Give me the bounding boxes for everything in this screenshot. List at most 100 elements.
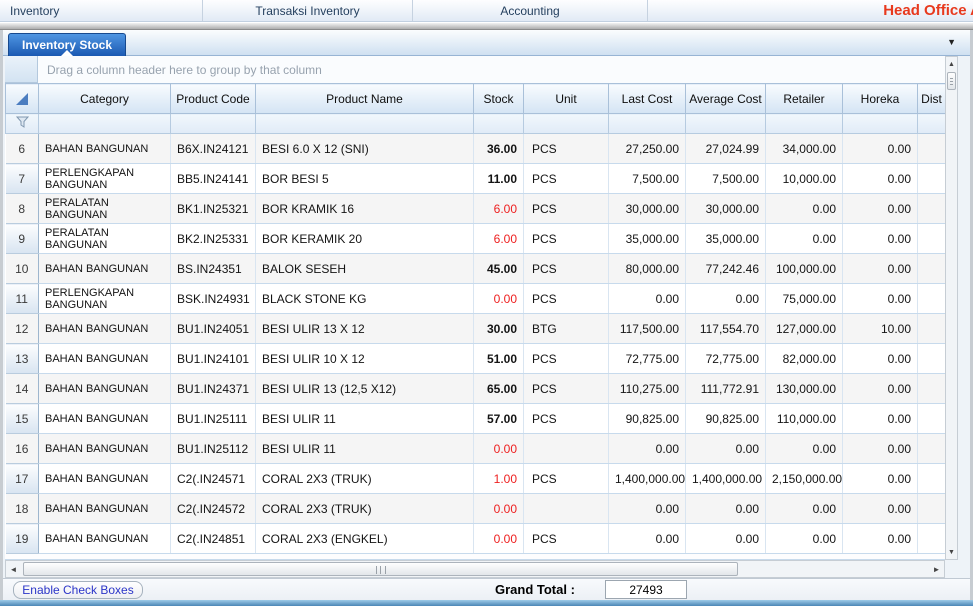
- category-cell[interactable]: PERLENGKAPAN BANGUNAN: [39, 164, 171, 194]
- menu-item-transaksi-inventory[interactable]: Transaksi Inventory: [203, 0, 413, 21]
- retailer-cell[interactable]: 127,000.00: [766, 314, 843, 344]
- product-code-cell[interactable]: BU1.IN24101: [171, 344, 256, 374]
- grand-total-input[interactable]: [605, 580, 687, 599]
- stock-cell[interactable]: 65.00: [474, 374, 524, 404]
- menu-item-accounting[interactable]: Accounting: [413, 0, 648, 21]
- horeka-cell[interactable]: 0.00: [843, 464, 918, 494]
- row-number[interactable]: 13: [6, 344, 39, 374]
- dist-cell[interactable]: [918, 164, 946, 194]
- dist-cell[interactable]: [918, 434, 946, 464]
- last-cost-cell[interactable]: 27,250.00: [609, 134, 686, 164]
- vertical-scroll-track[interactable]: [946, 91, 957, 545]
- category-cell[interactable]: BAHAN BANGUNAN: [39, 494, 171, 524]
- unit-cell[interactable]: PCS: [524, 524, 609, 554]
- retailer-cell[interactable]: 130,000.00: [766, 374, 843, 404]
- average-cost-cell[interactable]: 1,400,000.00: [686, 464, 766, 494]
- product-name-cell[interactable]: BESI ULIR 11: [256, 404, 474, 434]
- table-row[interactable]: 7PERLENGKAPAN BANGUNANBB5.IN24141BOR BES…: [6, 164, 946, 194]
- column-header-average-cost[interactable]: Average Cost: [686, 84, 766, 114]
- row-number[interactable]: 8: [6, 194, 39, 224]
- column-header-horeka[interactable]: Horeka: [843, 84, 918, 114]
- row-number[interactable]: 11: [6, 284, 39, 314]
- product-code-cell[interactable]: C2(.IN24851: [171, 524, 256, 554]
- unit-cell[interactable]: PCS: [524, 134, 609, 164]
- dist-cell[interactable]: [918, 494, 946, 524]
- retailer-cell[interactable]: 0.00: [766, 434, 843, 464]
- unit-cell[interactable]: PCS: [524, 464, 609, 494]
- product-code-cell[interactable]: BU1.IN24371: [171, 374, 256, 404]
- last-cost-cell[interactable]: 0.00: [609, 434, 686, 464]
- category-cell[interactable]: PERALATAN BANGUNAN: [39, 224, 171, 254]
- filter-cell[interactable]: [524, 114, 609, 134]
- enable-checkboxes-button[interactable]: Enable Check Boxes: [13, 581, 143, 599]
- scroll-down-icon[interactable]: ▼: [946, 545, 957, 559]
- average-cost-cell[interactable]: 7,500.00: [686, 164, 766, 194]
- column-header-retailer[interactable]: Retailer: [766, 84, 843, 114]
- filter-cell[interactable]: [609, 114, 686, 134]
- average-cost-cell[interactable]: 117,554.70: [686, 314, 766, 344]
- filter-cell[interactable]: [171, 114, 256, 134]
- product-name-cell[interactable]: BESI ULIR 13 X 12: [256, 314, 474, 344]
- horeka-cell[interactable]: 10.00: [843, 314, 918, 344]
- category-cell[interactable]: PERALATAN BANGUNAN: [39, 194, 171, 224]
- product-code-cell[interactable]: BSK.IN24931: [171, 284, 256, 314]
- scroll-right-icon[interactable]: ►: [929, 561, 944, 577]
- unit-cell[interactable]: PCS: [524, 164, 609, 194]
- product-code-cell[interactable]: BK2.IN25331: [171, 224, 256, 254]
- product-name-cell[interactable]: BALOK SESEH: [256, 254, 474, 284]
- horeka-cell[interactable]: 0.00: [843, 344, 918, 374]
- row-number[interactable]: 10: [6, 254, 39, 284]
- category-cell[interactable]: BAHAN BANGUNAN: [39, 134, 171, 164]
- table-row[interactable]: 18BAHAN BANGUNANC2(.IN24572CORAL 2X3 (TR…: [6, 494, 946, 524]
- filter-cell[interactable]: [474, 114, 524, 134]
- stock-cell[interactable]: 1.00: [474, 464, 524, 494]
- product-code-cell[interactable]: C2(.IN24571: [171, 464, 256, 494]
- table-row[interactable]: 14BAHAN BANGUNANBU1.IN24371BESI ULIR 13 …: [6, 374, 946, 404]
- row-number[interactable]: 18: [6, 494, 39, 524]
- column-header-category[interactable]: Category: [39, 84, 171, 114]
- row-number[interactable]: 7: [6, 164, 39, 194]
- unit-cell[interactable]: BTG: [524, 314, 609, 344]
- horeka-cell[interactable]: 0.00: [843, 164, 918, 194]
- last-cost-cell[interactable]: 30,000.00: [609, 194, 686, 224]
- unit-cell[interactable]: PCS: [524, 374, 609, 404]
- table-row[interactable]: 17BAHAN BANGUNANC2(.IN24571CORAL 2X3 (TR…: [6, 464, 946, 494]
- horeka-cell[interactable]: 0.00: [843, 374, 918, 404]
- scroll-up-icon[interactable]: ▲: [946, 57, 957, 71]
- product-name-cell[interactable]: BESI ULIR 10 X 12: [256, 344, 474, 374]
- product-name-cell[interactable]: BLACK STONE KG: [256, 284, 474, 314]
- filter-cell[interactable]: [256, 114, 474, 134]
- table-row[interactable]: 10BAHAN BANGUNANBS.IN24351BALOK SESEH45.…: [6, 254, 946, 284]
- column-header-last-cost[interactable]: Last Cost: [609, 84, 686, 114]
- filter-cell[interactable]: [766, 114, 843, 134]
- category-cell[interactable]: BAHAN BANGUNAN: [39, 524, 171, 554]
- category-cell[interactable]: BAHAN BANGUNAN: [39, 374, 171, 404]
- scroll-left-icon[interactable]: ◄: [6, 561, 21, 577]
- category-cell[interactable]: BAHAN BANGUNAN: [39, 314, 171, 344]
- table-row[interactable]: 19BAHAN BANGUNANC2(.IN24851CORAL 2X3 (EN…: [6, 524, 946, 554]
- row-number[interactable]: 16: [6, 434, 39, 464]
- dist-cell[interactable]: [918, 404, 946, 434]
- horeka-cell[interactable]: 0.00: [843, 434, 918, 464]
- last-cost-cell[interactable]: 35,000.00: [609, 224, 686, 254]
- last-cost-cell[interactable]: 110,275.00: [609, 374, 686, 404]
- horizontal-scrollbar[interactable]: ◄ ►: [5, 560, 945, 578]
- product-name-cell[interactable]: BESI ULIR 11: [256, 434, 474, 464]
- group-panel-droptarget[interactable]: Drag a column header here to group by th…: [38, 56, 945, 83]
- row-number[interactable]: 17: [6, 464, 39, 494]
- unit-cell[interactable]: PCS: [524, 284, 609, 314]
- dist-cell[interactable]: [918, 134, 946, 164]
- column-header-stock[interactable]: Stock: [474, 84, 524, 114]
- horeka-cell[interactable]: 0.00: [843, 284, 918, 314]
- retailer-cell[interactable]: 0.00: [766, 494, 843, 524]
- stock-cell[interactable]: 6.00: [474, 194, 524, 224]
- table-row[interactable]: 8PERALATAN BANGUNANBK1.IN25321BOR KRAMIK…: [6, 194, 946, 224]
- product-code-cell[interactable]: C2(.IN24572: [171, 494, 256, 524]
- average-cost-cell[interactable]: 27,024.99: [686, 134, 766, 164]
- product-code-cell[interactable]: B6X.IN24121: [171, 134, 256, 164]
- row-number[interactable]: 9: [6, 224, 39, 254]
- retailer-cell[interactable]: 2,150,000.00: [766, 464, 843, 494]
- product-name-cell[interactable]: CORAL 2X3 (ENGKEL): [256, 524, 474, 554]
- dist-cell[interactable]: [918, 374, 946, 404]
- product-code-cell[interactable]: BS.IN24351: [171, 254, 256, 284]
